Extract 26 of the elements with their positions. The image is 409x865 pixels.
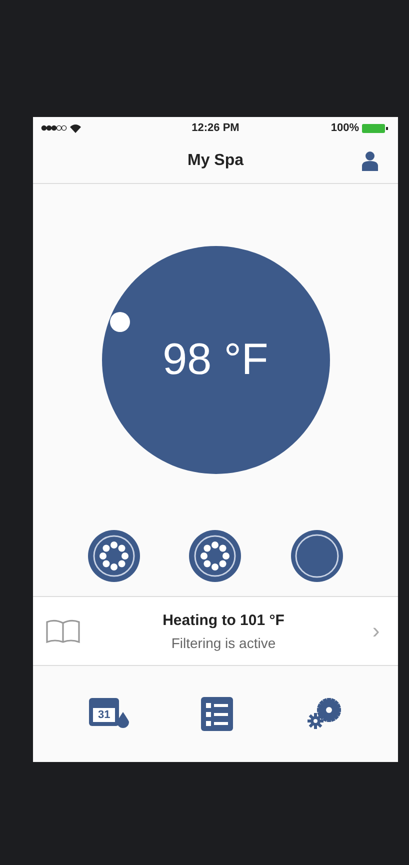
dial-knob[interactable] <box>110 312 130 332</box>
jet-light-icon <box>86 529 141 583</box>
gears-icon <box>306 697 342 731</box>
drop-icon <box>117 712 130 728</box>
wifi-icon <box>70 124 81 132</box>
jet-button[interactable] <box>86 529 141 583</box>
status-title: Heating to 101 °F <box>162 612 284 628</box>
user-icon[interactable] <box>362 151 378 171</box>
battery-icon <box>362 124 390 132</box>
chevron-icon: › <box>366 618 386 644</box>
jet-light-icon <box>188 529 242 583</box>
status-time: 12:26 PM <box>192 122 240 134</box>
jet-button[interactable] <box>188 529 242 583</box>
battery-percent: 100% <box>330 122 359 134</box>
temperature-reading: 98 °F <box>162 335 268 385</box>
circle-button[interactable] <box>290 529 344 583</box>
screen-title: My Spa <box>187 152 244 170</box>
status-row[interactable]: Heating to 101 °F Filtering is active › <box>33 596 398 666</box>
list-tab[interactable] <box>201 697 234 731</box>
book-icon <box>45 618 81 644</box>
status-subtitle: Filtering is active <box>171 634 276 650</box>
circle-icon <box>290 529 344 583</box>
temperature-dial[interactable]: 98 °F <box>102 246 330 474</box>
list-icon <box>201 697 234 731</box>
signal-icon <box>41 125 67 131</box>
settings-tab[interactable] <box>306 697 342 731</box>
